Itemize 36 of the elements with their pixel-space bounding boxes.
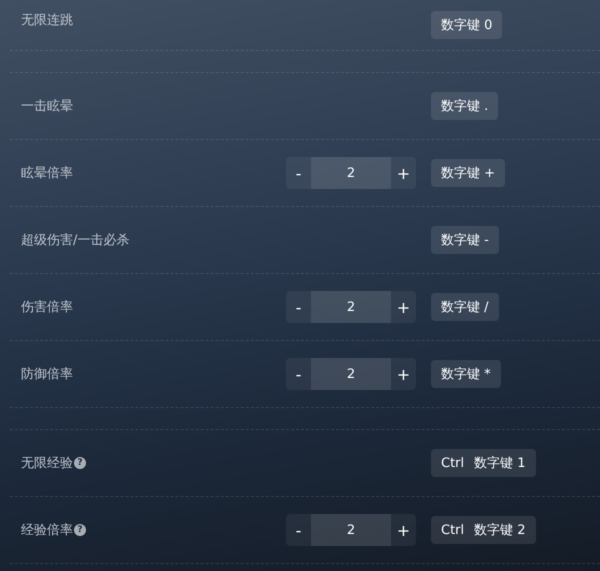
hotkey-chip[interactable]: 数字键 . [431,92,498,120]
increment-button[interactable]: + [391,358,416,390]
option-label: 一击眩晕 [21,98,73,115]
key-label: 数字键 . [441,98,488,115]
hotkey-chip[interactable]: 数字键 / [431,293,499,321]
decrement-button[interactable]: - [286,291,311,323]
help-icon[interactable]: ? [74,457,86,469]
hotkey-chip[interactable]: 数字键 - [431,226,499,254]
option-label: 无限经验 [21,455,73,472]
option-label: 经验倍率 [21,522,73,539]
option-label: 超级伤害/一击必杀 [21,232,130,249]
decrement-button[interactable]: - [286,514,311,546]
option-label: 眩晕倍率 [21,165,73,182]
key-label: 数字键 1 [474,455,526,472]
hotkey-chip[interactable]: 数字键 * [431,360,501,388]
increment-button[interactable]: + [391,291,416,323]
hotkey-chip[interactable]: 数字键 + [431,159,506,187]
option-label: 伤害倍率 [21,299,73,316]
decrement-button[interactable]: - [286,157,311,189]
decrement-button[interactable]: - [286,358,311,390]
help-icon[interactable]: ? [74,524,86,536]
hotkey-chip[interactable]: Ctrl 数字键 1 [431,449,536,477]
key-label: 数字键 2 [474,522,526,539]
key-label: 数字键 0 [441,17,492,34]
key-label: 数字键 + [441,165,496,182]
increment-button[interactable]: + [391,514,416,546]
key-label: Ctrl [441,522,464,538]
hotkey-chip[interactable]: 数字键 0 [431,11,502,39]
key-label: 数字键 - [441,232,489,249]
option-label: 防御倍率 [21,366,73,383]
option-label: 无限连跳 [21,12,73,29]
key-label: Ctrl [441,456,464,470]
increment-button[interactable]: + [391,157,416,189]
key-label: 数字键 * [441,366,491,383]
key-label: 数字键 / [441,299,489,316]
hotkey-chip[interactable]: Ctrl 数字键 2 [431,516,536,544]
